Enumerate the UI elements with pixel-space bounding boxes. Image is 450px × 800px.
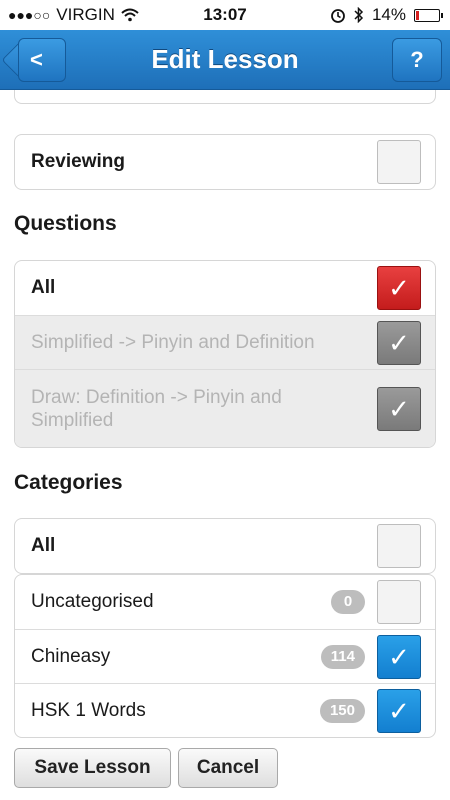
reviewing-row[interactable]: Reviewing [15,135,435,189]
category-row[interactable]: HSK 1 Words 150 ✓ [15,683,435,737]
checkmark-icon: ✓ [388,327,410,358]
category-checkbox[interactable]: ✓ [377,634,421,679]
category-count-badge: 114 [320,644,365,669]
reviewing-label: Reviewing [31,151,125,172]
categories-all-group: All [14,518,436,574]
alarm-icon [331,9,345,23]
status-right: 14% [330,5,443,25]
category-count-badge: 150 [319,698,365,723]
question-label: Draw: Definition -> Pinyin and Simplifie… [31,386,282,431]
categories-list: Uncategorised 0 Chineasy 114 ✓ HSK 1 Wor… [14,574,436,738]
category-row[interactable]: Chineasy 114 ✓ [15,629,435,683]
questions-all-checkbox[interactable]: ✓ [377,266,421,310]
previous-field[interactable] [14,90,436,104]
nav-header: < Edit Lesson ? [0,30,450,90]
questions-all-row[interactable]: All ✓ [15,261,435,315]
questions-group: All ✓ Simplified -> Pinyin and Definitio… [14,260,436,448]
questions-all-label: All [31,277,56,298]
battery-icon [414,8,443,22]
checkmark-icon: ✓ [388,695,410,726]
page-title: Edit Lesson [151,44,299,74]
category-checkbox[interactable]: ✓ [377,688,421,733]
status-bar: ●●●○○ VIRGIN 13:07 14% [0,0,450,30]
categories-all-checkbox[interactable] [377,524,421,568]
category-label: Uncategorised [31,591,154,612]
question-checkbox: ✓ [377,386,421,431]
question-label: Simplified -> Pinyin and Definition [31,331,315,353]
questions-heading: Questions [14,212,117,235]
category-row[interactable]: Uncategorised 0 [15,575,435,629]
reviewing-group: Reviewing [14,134,436,190]
question-row: Simplified -> Pinyin and Definition ✓ [15,315,435,369]
lesson-form[interactable]: Reviewing Questions All ✓ Simplified -> … [0,90,450,800]
checkmark-icon: ✓ [388,273,410,303]
reviewing-checkbox[interactable] [377,140,421,184]
category-label: Chineasy [31,645,111,667]
bluetooth-icon [354,7,364,23]
question-row: Draw: Definition -> Pinyin and Simplifie… [15,369,435,447]
checkmark-icon: ✓ [388,393,410,424]
category-label: HSK 1 Words [31,699,146,721]
help-button[interactable]: ? [392,38,442,82]
question-checkbox: ✓ [377,320,421,365]
categories-heading: Categories [14,471,123,494]
categories-all-row[interactable]: All [15,519,435,573]
category-count-badge: 0 [331,590,365,614]
battery-percent: 14% [371,5,406,24]
cancel-button[interactable]: Cancel [178,748,278,788]
save-lesson-button[interactable]: Save Lesson [14,748,171,788]
checkmark-icon: ✓ [388,641,410,672]
battery-fill [416,10,419,20]
categories-all-label: All [31,535,56,556]
category-checkbox[interactable] [377,580,421,624]
